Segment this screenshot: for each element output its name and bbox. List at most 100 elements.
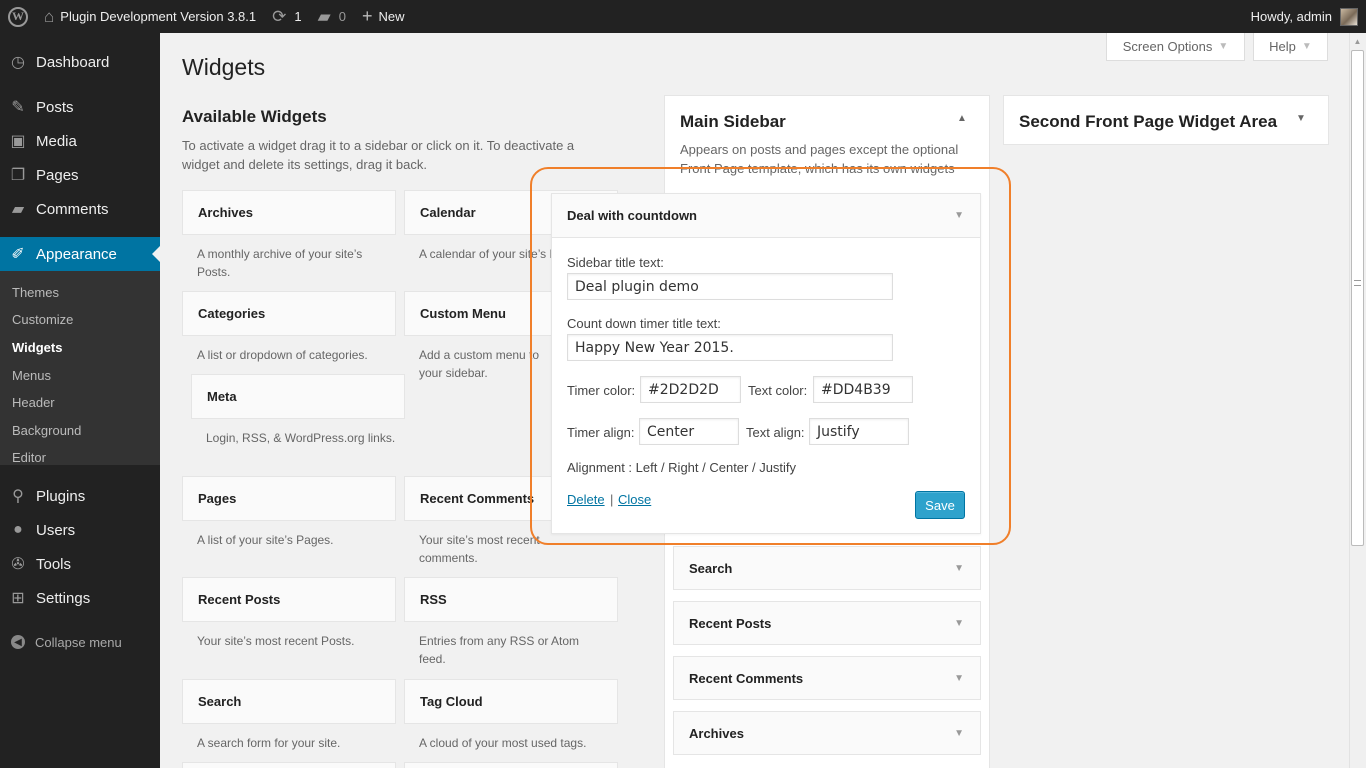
comments-count: 0 bbox=[338, 9, 346, 24]
admin-menu: ◷ Dashboard ✎ Posts ▣ Media ❐ Pages ▰ Comment… bbox=[0, 33, 160, 768]
submenu-customize[interactable]: Customize bbox=[12, 312, 73, 327]
site-name: Plugin Development Version 3.8.1 bbox=[60, 9, 257, 24]
submenu-editor[interactable]: Editor bbox=[12, 450, 46, 465]
alignment-note: Alignment : Left / Right / Center / Just… bbox=[567, 460, 797, 475]
widget-archives[interactable]: Archives bbox=[182, 190, 396, 235]
settings-icon: ⊞ bbox=[11, 590, 25, 607]
widget-description: A cloud of your most used tags. bbox=[419, 736, 587, 750]
submenu-menus[interactable]: Menus bbox=[12, 368, 51, 383]
widget-recent-posts[interactable]: Recent Posts bbox=[182, 577, 396, 622]
delete-link[interactable]: Delete bbox=[567, 492, 605, 507]
menu-label: Posts bbox=[36, 98, 74, 116]
main-sidebar-title[interactable]: Main Sidebar bbox=[680, 112, 786, 132]
new-label: New bbox=[378, 9, 405, 24]
widget-description: Entries from any RSS or Atom feed. bbox=[419, 634, 580, 666]
widget-description: Login, RSS, & WordPress.org links. bbox=[206, 431, 396, 445]
comments-link[interactable]: ▰ 0 bbox=[310, 0, 354, 33]
sidebar-widget-search[interactable]: Search ▼ bbox=[673, 546, 981, 590]
widget-partial bbox=[404, 762, 618, 768]
menu-label: Appearance bbox=[36, 245, 117, 263]
plug-icon: ⚲ bbox=[12, 488, 24, 505]
screen-options-label: Screen Options bbox=[1122, 39, 1213, 54]
sidebar-widget-label: Recent Comments bbox=[689, 670, 804, 686]
widget-pages[interactable]: Pages bbox=[182, 476, 396, 521]
sidebar-widget-label: Recent Posts bbox=[689, 615, 772, 631]
sidebar-widget-archives[interactable]: Archives ▼ bbox=[673, 711, 981, 755]
menu-media[interactable]: ▣ Media bbox=[0, 124, 160, 158]
plus-icon: + bbox=[361, 6, 373, 26]
menu-dashboard[interactable]: ◷ Dashboard bbox=[0, 45, 160, 79]
submenu-header[interactable]: Header bbox=[12, 395, 55, 410]
sidebar-widget-recent-comments[interactable]: Recent Comments ▼ bbox=[673, 656, 981, 700]
chevron-down-icon: ▼ bbox=[954, 210, 964, 221]
widget-meta[interactable]: Meta bbox=[191, 374, 405, 419]
menu-posts[interactable]: ✎ Posts bbox=[0, 90, 160, 124]
menu-settings[interactable]: ⊞ Settings bbox=[0, 581, 160, 615]
wordpress-logo-button[interactable]: W bbox=[0, 0, 36, 33]
my-account-link[interactable]: Howdy, admin bbox=[1243, 0, 1366, 33]
screen-options-button[interactable]: Screen Options ▼ bbox=[1106, 33, 1245, 61]
widget-description: Add a custom menu to your sidebar. bbox=[419, 348, 540, 380]
avatar bbox=[1340, 7, 1358, 26]
submenu-background[interactable]: Background bbox=[12, 423, 81, 438]
sidebar-widget-recent-posts[interactable]: Recent Posts ▼ bbox=[673, 601, 981, 645]
sidebar-title-label: Sidebar title text: bbox=[567, 255, 664, 270]
chevron-down-icon: ▼ bbox=[954, 617, 964, 629]
media-icon: ▣ bbox=[10, 133, 26, 150]
sidebar-title-input[interactable]: Deal plugin demo bbox=[567, 273, 893, 300]
widget-tag-cloud[interactable]: Tag Cloud bbox=[404, 679, 618, 724]
collapse-menu-button[interactable]: ◀ Collapse menu bbox=[0, 627, 160, 657]
site-name-link[interactable]: ⌂ Plugin Development Version 3.8.1 bbox=[36, 0, 264, 33]
menu-pages[interactable]: ❐ Pages bbox=[0, 158, 160, 192]
menu-label: Comments bbox=[36, 200, 109, 218]
menu-appearance[interactable]: ✐ Appearance bbox=[0, 237, 160, 271]
close-link[interactable]: Close bbox=[618, 492, 651, 507]
new-content-link[interactable]: + New bbox=[354, 0, 413, 33]
collapse-arrow-icon: ◀ bbox=[11, 635, 25, 649]
widget-search[interactable]: Search bbox=[182, 679, 396, 724]
page-title: Widgets bbox=[182, 54, 266, 80]
save-button[interactable]: Save bbox=[915, 491, 965, 519]
second-sidebar-title[interactable]: Second Front Page Widget Area bbox=[1019, 112, 1277, 132]
countdown-title-label: Count down timer title text: bbox=[567, 316, 721, 331]
widget-description: A search form for your site. bbox=[197, 736, 341, 750]
timer-align-label: Timer align: bbox=[567, 425, 635, 440]
chevron-down-icon[interactable]: ▼ bbox=[1296, 113, 1306, 124]
howdy-text: Howdy, admin bbox=[1250, 9, 1332, 24]
paintbrush-icon: ✐ bbox=[11, 246, 25, 263]
sidebar-widget-label: Archives bbox=[689, 725, 744, 741]
menu-label: Users bbox=[36, 521, 76, 539]
text-align-input[interactable]: Justify bbox=[809, 418, 909, 445]
text-align-label: Text align: bbox=[746, 425, 805, 440]
chevron-up-icon[interactable]: ▲ bbox=[957, 113, 967, 124]
link-separator: | bbox=[610, 492, 614, 507]
menu-users[interactable]: ● Users bbox=[0, 513, 160, 547]
widget-rss[interactable]: RSS bbox=[404, 577, 618, 622]
chevron-down-icon: ▼ bbox=[954, 672, 964, 684]
timer-color-input[interactable]: #2D2D2D bbox=[640, 376, 741, 403]
text-color-input[interactable]: #DD4B39 bbox=[813, 376, 913, 403]
scrollbar-thumb[interactable] bbox=[1351, 50, 1364, 546]
updates-icon: ⟳ bbox=[272, 6, 287, 26]
menu-comments[interactable]: ▰ Comments bbox=[0, 192, 160, 226]
submenu-widgets[interactable]: Widgets bbox=[12, 340, 62, 355]
pages-icon: ❐ bbox=[10, 167, 26, 184]
chevron-down-icon: ▼ bbox=[1218, 41, 1229, 52]
pushpin-icon: ✎ bbox=[11, 99, 25, 116]
user-icon: ● bbox=[13, 521, 23, 538]
countdown-title-input[interactable]: Happy New Year 2015. bbox=[567, 334, 893, 361]
timer-align-input[interactable]: Center bbox=[639, 418, 739, 445]
chevron-down-icon: ▼ bbox=[1301, 41, 1312, 52]
scroll-up-icon[interactable]: ▲ bbox=[1349, 33, 1366, 50]
widget-categories[interactable]: Categories bbox=[182, 291, 396, 336]
menu-plugins[interactable]: ⚲ Plugins bbox=[0, 479, 160, 513]
deal-widget-form: Deal with countdown ▼ bbox=[551, 193, 981, 534]
help-button[interactable]: Help ▼ bbox=[1253, 33, 1328, 61]
deal-widget-header[interactable]: Deal with countdown ▼ bbox=[552, 194, 980, 238]
menu-tools[interactable]: ✇ Tools bbox=[0, 547, 160, 581]
updates-link[interactable]: ⟳ 1 bbox=[264, 0, 309, 33]
submenu-themes[interactable]: Themes bbox=[12, 285, 59, 300]
text-color-label: Text color: bbox=[748, 383, 808, 398]
available-widgets-title: Available Widgets bbox=[182, 107, 327, 126]
help-label: Help bbox=[1269, 39, 1296, 54]
